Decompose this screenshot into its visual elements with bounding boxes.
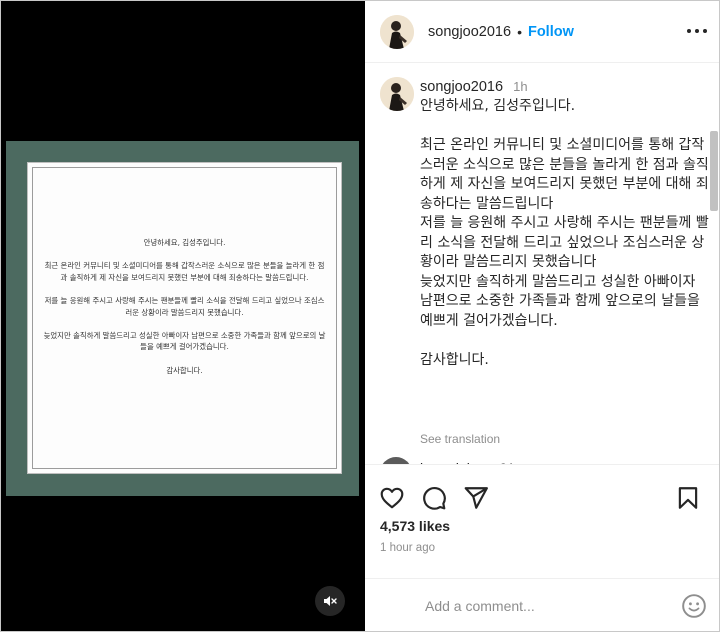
letter-paragraph: 저를 늘 응원해 주시고 사랑해 주시는 팬분들께 빨리 소식을 전달해 드리고… bbox=[44, 295, 325, 317]
comment-icon[interactable] bbox=[421, 485, 447, 511]
more-dot bbox=[703, 29, 707, 33]
post-image[interactable]: 안녕하세요, 김성주입니다. 최근 온라인 커뮤니티 및 소셜미디어를 통해 갑… bbox=[6, 141, 359, 496]
avatar-image bbox=[380, 14, 414, 49]
statement-letter: 안녕하세요, 김성주입니다. 최근 온라인 커뮤니티 및 소셜미디어를 통해 갑… bbox=[27, 162, 342, 474]
letter-paragraph: 안녕하세요, 김성주입니다. bbox=[143, 238, 226, 247]
header-username[interactable]: songjoo2016 bbox=[428, 24, 511, 40]
post-timestamp[interactable]: 1 hour ago bbox=[380, 542, 435, 554]
comments-section[interactable]: songjoo2016 1h 안녕하세요, 김성주입니다. 최근 온라인 커뮤니… bbox=[365, 64, 719, 464]
bookmark-icon[interactable] bbox=[675, 485, 701, 511]
actions-bar: 4,573 likes 1 hour ago bbox=[365, 464, 719, 631]
post-header: songjoo2016 • Follow bbox=[365, 1, 719, 63]
letter-paragraph: 감사합니다. bbox=[166, 365, 203, 375]
separator-dot: • bbox=[517, 23, 522, 40]
letter-paragraph: 최근 온라인 커뮤니티 및 소셜미디어를 통해 갑작스러운 소식으로 많은 분들… bbox=[44, 261, 325, 282]
smiley-icon[interactable] bbox=[681, 593, 707, 619]
caption-text: 안녕하세요, 김성주입니다. 최근 온라인 커뮤니티 및 소셜미디어를 통해 갑… bbox=[420, 97, 710, 370]
caption-username[interactable]: songjoo2016 bbox=[420, 79, 503, 95]
comment-input[interactable] bbox=[425, 595, 655, 617]
more-options-button[interactable] bbox=[687, 23, 707, 39]
post-side-panel: songjoo2016 • Follow songjoo2016 1h 안녕하세… bbox=[365, 1, 719, 631]
see-translation-link[interactable]: See translation bbox=[420, 432, 500, 446]
scrollbar[interactable] bbox=[710, 131, 718, 211]
avatar-image bbox=[380, 77, 414, 111]
comment-item: bound_less_0126m bbox=[380, 457, 710, 464]
mute-button[interactable] bbox=[315, 586, 345, 616]
avatar[interactable] bbox=[380, 457, 412, 464]
caption-time[interactable]: 1h bbox=[513, 79, 527, 94]
comment-bar bbox=[365, 578, 719, 631]
heart-icon[interactable] bbox=[379, 485, 405, 511]
likes-count[interactable]: 4,573 likes bbox=[380, 518, 450, 534]
caption-meta: songjoo2016 1h bbox=[420, 79, 528, 95]
post-window: 안녕하세요, 김성주입니다. 최근 온라인 커뮤니티 및 소셜미디어를 통해 갑… bbox=[0, 0, 720, 632]
media-pane: 안녕하세요, 김성주입니다. 최근 온라인 커뮤니티 및 소셜미디어를 통해 갑… bbox=[1, 1, 365, 631]
caption-paragraph: 최근 온라인 커뮤니티 및 소셜미디어를 통해 갑작스러운 소식으로 많은 분들… bbox=[420, 137, 709, 329]
avatar[interactable] bbox=[380, 77, 414, 111]
statement-letter-text: 안녕하세요, 김성주입니다. 최근 온라인 커뮤니티 및 소셜미디어를 통해 갑… bbox=[32, 167, 337, 469]
letter-paragraph: 늦었지만 솔직하게 말씀드리고 성실한 아빠이자 남편으로 소중한 가족들과 함… bbox=[43, 330, 326, 352]
speaker-muted-icon bbox=[324, 596, 337, 606]
more-dot bbox=[695, 29, 699, 33]
share-icon[interactable] bbox=[463, 485, 489, 511]
caption-paragraph: 안녕하세요, 김성주입니다. bbox=[420, 98, 576, 114]
caption-paragraph: 감사합니다. bbox=[420, 351, 489, 368]
avatar[interactable] bbox=[380, 14, 414, 49]
more-dot bbox=[687, 29, 691, 33]
follow-button[interactable]: Follow bbox=[528, 24, 574, 40]
